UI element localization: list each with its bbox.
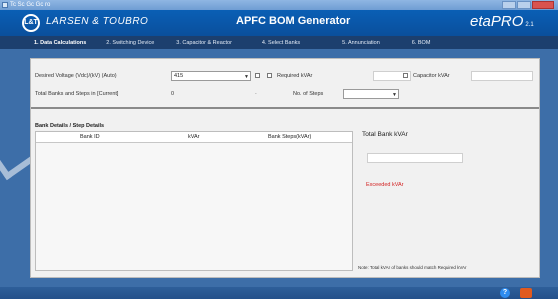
no-of-steps-label: No. of Steps bbox=[293, 91, 324, 97]
required-kvar-label: Required kVAr bbox=[277, 73, 313, 79]
capacitor-kvar-input[interactable] bbox=[471, 71, 533, 81]
total-bank-kvar-input[interactable] bbox=[367, 153, 463, 163]
window-app-icon bbox=[2, 2, 8, 8]
tab-bom[interactable]: 6. BOM bbox=[408, 40, 435, 46]
brand-version: 2.1 bbox=[525, 22, 534, 28]
window-title: Tc Sc Gc Gc ro bbox=[10, 2, 51, 8]
tab-switching-device[interactable]: 2. Switching Device bbox=[102, 40, 158, 46]
close-button[interactable] bbox=[532, 1, 554, 9]
grid-header-kvar[interactable]: kVAr bbox=[188, 134, 200, 140]
capacitor-kvar-label: Capacitor kVAr bbox=[413, 73, 450, 79]
exit-icon[interactable] bbox=[520, 288, 532, 298]
grid-caption: Bank Details / Step Details bbox=[35, 123, 105, 129]
capacitor-kvar-checkbox[interactable] bbox=[403, 73, 408, 78]
field-separator: · bbox=[255, 91, 257, 97]
desired-voltage-select[interactable]: 415 ▼ bbox=[171, 71, 251, 81]
desired-voltage-label: Desired Voltage (Vdc)/(kV) (Auto) bbox=[35, 73, 117, 79]
company-name: LARSEN & TOUBRO bbox=[46, 16, 149, 27]
tab-strip: 1. Data Calculations 2. Switching Device… bbox=[0, 36, 558, 49]
section-divider bbox=[31, 107, 539, 109]
kvar-warning-text: Exceeded kVAr bbox=[366, 182, 404, 188]
tab-capacitor-reactor[interactable]: 3. Capacitor & Reactor bbox=[172, 40, 236, 46]
tab-data-calculations[interactable]: 1. Data Calculations bbox=[30, 40, 90, 46]
brand-name: etaPRO bbox=[470, 13, 524, 30]
app-title: APFC BOM Generator bbox=[236, 15, 351, 27]
product-brand: etaPRO 2.1 bbox=[470, 13, 534, 30]
grid-header-row: Bank ID kVAr Bank Steps(kVAr) bbox=[36, 132, 352, 143]
total-bank-kvar-label: Total Bank kVAr bbox=[362, 131, 408, 138]
app-header: L&T LARSEN & TOUBRO APFC BOM Generator e… bbox=[0, 10, 558, 36]
chevron-down-icon: ▼ bbox=[392, 92, 397, 98]
maximize-button[interactable] bbox=[517, 1, 531, 9]
desired-voltage-value: 415 bbox=[174, 73, 184, 79]
no-of-steps-select[interactable]: ▼ bbox=[343, 89, 399, 99]
total-banks-label: Total Banks and Steps in [Current] bbox=[35, 91, 119, 97]
footer-bar: ? bbox=[0, 287, 558, 299]
grid-header-bank-steps[interactable]: Bank Steps(kVAr) bbox=[268, 134, 311, 140]
window-titlebar: Tc Sc Gc Gc ro bbox=[0, 0, 558, 10]
tab-select-banks[interactable]: 4. Select Banks bbox=[258, 40, 304, 46]
chevron-down-icon: ▼ bbox=[244, 74, 249, 80]
bank-details-grid[interactable]: Bank ID kVAr Bank Steps(kVAr) bbox=[35, 131, 353, 271]
voltage-checkbox[interactable] bbox=[255, 73, 260, 78]
minimize-button[interactable] bbox=[502, 1, 516, 9]
tab-annunciation[interactable]: 5. Annunciation bbox=[338, 40, 384, 46]
window-controls bbox=[502, 1, 554, 9]
company-logo-icon: L&T bbox=[22, 14, 40, 32]
kvar-note: Note: Total kVAr of banks should match R… bbox=[358, 265, 467, 270]
grid-header-bank-id[interactable]: Bank ID bbox=[80, 134, 100, 140]
total-banks-value: 0 bbox=[171, 91, 175, 97]
help-icon[interactable]: ? bbox=[500, 288, 510, 298]
required-kvar-checkbox[interactable] bbox=[267, 73, 272, 78]
main-panel: Desired Voltage (Vdc)/(kV) (Auto) 415 ▼ … bbox=[30, 58, 540, 278]
